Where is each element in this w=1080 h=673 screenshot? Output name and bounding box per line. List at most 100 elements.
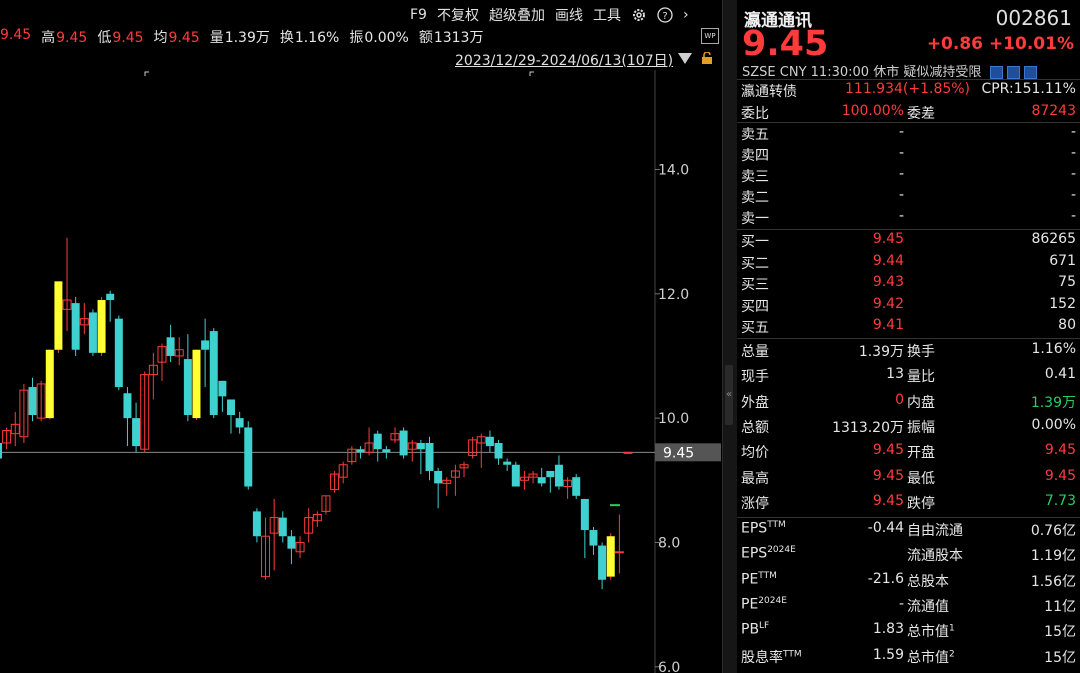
help-icon[interactable]: ? bbox=[657, 7, 673, 23]
candle-body bbox=[244, 427, 253, 487]
candle-body bbox=[554, 464, 563, 487]
no-adjust-button[interactable]: 不复权 bbox=[437, 5, 479, 25]
candle-body bbox=[132, 418, 141, 447]
range-start-marker bbox=[144, 71, 149, 76]
stat-label: 涨停 bbox=[741, 495, 769, 512]
bid-label: 买三 bbox=[741, 277, 769, 293]
candle-body bbox=[166, 337, 175, 356]
candlestick-chart[interactable]: 14.0 12.0 10.0 8.0 6.0 9.45 bbox=[0, 70, 722, 673]
edit-icon[interactable] bbox=[989, 66, 1003, 79]
fundamental-label-text: EPS bbox=[741, 520, 768, 537]
tools-button[interactable]: 工具 bbox=[593, 5, 621, 25]
ask-volume: - bbox=[1070, 187, 1076, 203]
candle-body bbox=[598, 545, 607, 580]
volume-label: 量 bbox=[209, 30, 224, 46]
prev-value: 9.45 bbox=[0, 27, 32, 43]
fundamental-label-text: PE bbox=[741, 571, 759, 588]
candle-body bbox=[106, 293, 115, 301]
fundamental-label: EPS2024E bbox=[741, 545, 796, 562]
stat-label: 最低 bbox=[907, 470, 935, 487]
candle-body bbox=[606, 536, 615, 577]
ask-volume: - bbox=[1070, 208, 1076, 224]
ask-volume: - bbox=[1070, 166, 1076, 182]
stat-value: 1.39万 bbox=[1030, 394, 1076, 411]
stat-label: 跌停 bbox=[907, 495, 935, 512]
fundamental-label-text: 自由流通 bbox=[907, 523, 963, 539]
fundamental-label-sup: 2024E bbox=[758, 595, 787, 606]
ask-volume: - bbox=[1070, 124, 1076, 140]
stat-value: 0 bbox=[895, 391, 904, 408]
panel-divider[interactable] bbox=[722, 0, 738, 673]
candle-body bbox=[572, 477, 581, 496]
candle-body bbox=[0, 442, 2, 459]
candle-body bbox=[511, 464, 520, 487]
high-label: 高 bbox=[41, 30, 56, 46]
fundamental-label: EPSTTM bbox=[741, 520, 786, 537]
stat-value: 1.39万 bbox=[858, 344, 904, 360]
more-button[interactable]: › bbox=[683, 7, 689, 23]
stat-label: 最高 bbox=[741, 470, 769, 487]
fundamental-label-text: EPS bbox=[741, 545, 768, 562]
overlay-button[interactable]: 超级叠加 bbox=[489, 5, 545, 25]
f9-button[interactable]: F9 bbox=[410, 7, 427, 23]
date-range-selector[interactable]: 2023/12/29-2024/06/13(107日) bbox=[455, 50, 673, 70]
bid-volume: 80 bbox=[1058, 317, 1076, 333]
chart-area[interactable]: F9 不复权 超级叠加 画线 工具 ? › 9.45 高9.45 低9.45 均… bbox=[0, 0, 722, 673]
gear-icon[interactable] bbox=[631, 7, 647, 23]
fundamental-label: 流通值 bbox=[907, 596, 949, 616]
fundamental-label: PBLF bbox=[741, 621, 769, 638]
fundamental-label-text: PB bbox=[741, 621, 760, 638]
fundamental-label: PETTM bbox=[741, 571, 777, 588]
turnover-label: 换 bbox=[279, 30, 294, 46]
stat-label: 现手 bbox=[741, 369, 769, 386]
candle-body bbox=[201, 340, 210, 350]
fundamental-value: 1.19亿 bbox=[1030, 548, 1076, 565]
bid-volume: 75 bbox=[1058, 274, 1076, 290]
ohlc-stats-bar: 9.45 高9.45 低9.45 均9.45 量1.39万 换1.16% 振0.… bbox=[0, 27, 483, 47]
bid-price: 9.43 bbox=[872, 274, 904, 290]
candle-body bbox=[54, 281, 63, 350]
collapse-panel-icon[interactable]: « bbox=[725, 365, 733, 425]
stat-label: 均价 bbox=[741, 445, 769, 462]
fundamental-label-sup: 2024E bbox=[767, 545, 796, 556]
change-percent: +10.01% bbox=[988, 34, 1074, 54]
stat-label: 内盘 bbox=[907, 394, 935, 411]
bid-price: 9.42 bbox=[872, 295, 904, 312]
chart-toolbar: F9 不复权 超级叠加 画线 工具 ? › bbox=[410, 4, 689, 26]
fundamental-label-sup: 1 bbox=[949, 623, 955, 634]
candle-body bbox=[28, 387, 37, 416]
candle-body bbox=[356, 449, 365, 453]
bid-label: 买一 bbox=[741, 234, 769, 250]
window-icon[interactable] bbox=[1006, 66, 1020, 79]
wp-icon[interactable]: WP bbox=[701, 28, 719, 44]
y-tick-label: 10.0 bbox=[658, 411, 689, 427]
reduction-notice[interactable]: 疑似减持受限 bbox=[903, 65, 981, 80]
candle-body bbox=[503, 461, 512, 465]
stat-label: 开盘 bbox=[907, 445, 935, 462]
amplitude-value: 0.00% bbox=[364, 30, 409, 46]
fundamental-label-text: 流通值 bbox=[907, 598, 949, 615]
fundamental-value: -21.6 bbox=[867, 570, 904, 587]
market-meta: SZSE CNY 11:30:00 休市 疑似减持受限 bbox=[742, 61, 1037, 80]
session-status: 休市 bbox=[873, 65, 900, 80]
avg-value: 9.45 bbox=[168, 30, 200, 46]
stat-value: 1313.20万 bbox=[832, 419, 904, 436]
candle-body bbox=[123, 393, 132, 419]
fundamental-label-sup: 2 bbox=[949, 648, 955, 659]
bid-price: 9.45 bbox=[872, 231, 904, 247]
stat-label: 总额 bbox=[741, 419, 769, 436]
lock-icon[interactable] bbox=[701, 52, 713, 64]
order-diff-value: 87243 bbox=[1031, 103, 1076, 119]
fundamental-label-text: 股息率 bbox=[741, 649, 783, 666]
time: 11:30:00 bbox=[810, 65, 870, 80]
amount-value: 1313万 bbox=[433, 30, 484, 46]
fundamental-label: PE2024E bbox=[741, 596, 787, 613]
divider bbox=[737, 79, 1080, 80]
last-price: 9.45 bbox=[742, 24, 829, 64]
candle-body bbox=[252, 511, 261, 537]
draw-button[interactable]: 画线 bbox=[555, 5, 583, 25]
stat-value: 9.45 bbox=[872, 467, 904, 484]
range-dropdown-icon[interactable] bbox=[678, 53, 692, 64]
add-icon[interactable] bbox=[1023, 66, 1037, 79]
stat-label: 换手 bbox=[907, 344, 935, 360]
